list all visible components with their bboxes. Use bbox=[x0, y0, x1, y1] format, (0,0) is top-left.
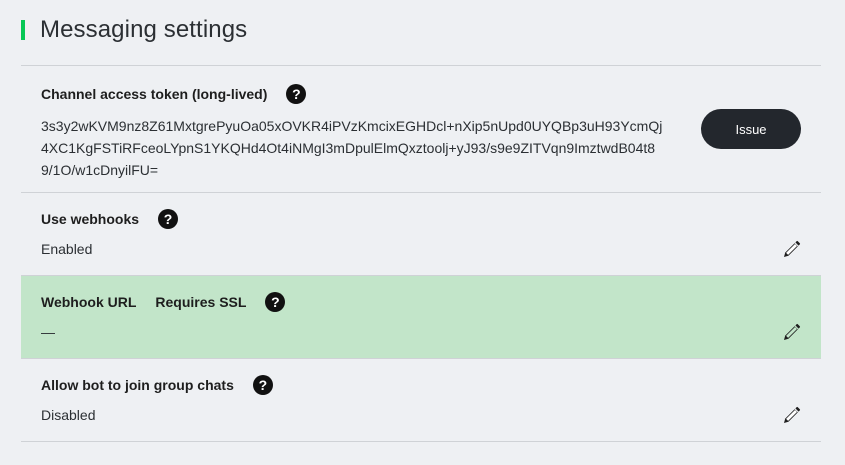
issue-button[interactable]: Issue bbox=[701, 109, 801, 149]
page-header: Messaging settings bbox=[21, 16, 247, 44]
help-icon[interactable]: ? bbox=[252, 375, 273, 395]
settings-list: Channel access token (long-lived) ? 3s3y… bbox=[21, 65, 821, 442]
channel-access-token-value: 3s3y2wKVM9nz8Z61MxtgrePyuOa05xOVKR4iPVzK… bbox=[41, 118, 663, 178]
webhook-url-label: Webhook URL bbox=[41, 294, 137, 310]
title-accent-bar bbox=[21, 20, 25, 40]
webhook-url-label-row: Webhook URL Requires SSL ? bbox=[41, 292, 821, 312]
group-chats-label-row: Allow bot to join group chats ? bbox=[41, 375, 821, 395]
page-title: Messaging settings bbox=[40, 16, 248, 43]
use-webhooks-value: Enabled bbox=[41, 241, 93, 257]
group-chats-section: Allow bot to join group chats ? Disabled bbox=[21, 359, 821, 442]
pencil-edit-icon[interactable] bbox=[781, 323, 801, 343]
channel-access-token-section: Channel access token (long-lived) ? 3s3y… bbox=[21, 66, 821, 193]
webhook-url-value: — bbox=[41, 324, 55, 340]
help-icon[interactable]: ? bbox=[265, 292, 286, 312]
group-chats-label: Allow bot to join group chats bbox=[41, 377, 234, 393]
requires-ssl-note: Requires SSL bbox=[155, 294, 247, 310]
webhook-url-section: Webhook URL Requires SSL ? — bbox=[21, 276, 821, 359]
use-webhooks-section: Use webhooks ? Enabled bbox=[21, 193, 821, 276]
channel-access-token-label: Channel access token (long-lived) bbox=[41, 86, 268, 102]
use-webhooks-label: Use webhooks bbox=[41, 211, 140, 227]
help-icon[interactable]: ? bbox=[286, 84, 307, 104]
help-icon[interactable]: ? bbox=[158, 209, 179, 229]
use-webhooks-label-row: Use webhooks ? bbox=[41, 209, 821, 229]
channel-access-token-label-row: Channel access token (long-lived) ? bbox=[41, 84, 821, 104]
pencil-edit-icon[interactable] bbox=[781, 240, 801, 260]
group-chats-value: Disabled bbox=[41, 407, 96, 423]
pencil-edit-icon[interactable] bbox=[781, 406, 801, 426]
